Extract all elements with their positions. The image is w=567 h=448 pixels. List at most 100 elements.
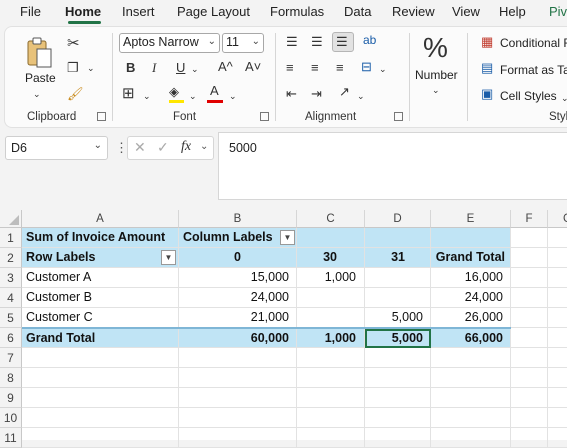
empty-cell[interactable] (548, 388, 567, 408)
cell-styles-icon[interactable]: ▣ (481, 87, 493, 101)
empty-cell[interactable] (179, 348, 297, 368)
pivot-value-header[interactable]: Sum of Invoice Amount (22, 228, 179, 248)
pivot-column-header[interactable]: 30 (297, 248, 365, 268)
empty-cell[interactable] (22, 388, 179, 408)
empty-cell[interactable] (548, 348, 567, 368)
empty-cell[interactable] (511, 248, 548, 268)
row-header-5[interactable]: 5 (0, 308, 22, 328)
bold-button[interactable]: B (126, 61, 135, 75)
increase-indent-icon[interactable]: ⇥ (311, 87, 322, 101)
grand-total-cell[interactable]: 60,000 (179, 329, 297, 348)
align-left-icon[interactable]: ≡ (286, 61, 294, 75)
row-header-8[interactable]: 8 (0, 368, 22, 388)
pivot-cell[interactable] (431, 228, 511, 248)
pivot-value-cell[interactable] (365, 288, 431, 308)
empty-cell[interactable] (22, 408, 179, 428)
pivot-row-label[interactable]: Customer C (22, 308, 179, 328)
row-header-4[interactable]: 4 (0, 288, 22, 308)
clipboard-launcher-icon[interactable] (97, 112, 106, 121)
empty-cell[interactable] (365, 408, 431, 428)
empty-cell[interactable] (297, 368, 365, 388)
format-as-table-icon[interactable]: ▤ (481, 61, 493, 75)
tab-page-layout[interactable]: Page Layout (177, 4, 250, 19)
pivot-value-cell[interactable] (365, 268, 431, 288)
tab-data[interactable]: Data (344, 4, 371, 19)
pivot-total-cell[interactable]: 26,000 (431, 308, 511, 328)
row-labels-filter-icon[interactable]: ▼ (161, 250, 176, 265)
empty-cell[interactable] (179, 388, 297, 408)
format-as-table-button[interactable]: Format as Ta (500, 63, 567, 77)
paste-button[interactable]: Paste (25, 71, 56, 85)
row-header-10[interactable]: 10 (0, 408, 22, 428)
cell-styles-dropdown-icon[interactable]: ⌄ (561, 91, 567, 105)
tab-review[interactable]: Review (392, 4, 435, 19)
pivot-row-label[interactable]: Customer A (22, 268, 179, 288)
empty-cell[interactable] (511, 368, 548, 388)
align-middle-icon[interactable]: ☰ (311, 35, 323, 49)
empty-cell[interactable] (548, 428, 567, 448)
underline-dropdown-icon[interactable]: ⌄ (191, 62, 199, 76)
empty-cell[interactable] (431, 428, 511, 448)
merge-dropdown-icon[interactable]: ⌄ (379, 62, 387, 76)
empty-cell[interactable] (431, 368, 511, 388)
align-bottom-button[interactable]: ☰ (332, 32, 354, 52)
pivot-column-header[interactable]: 31 (365, 248, 431, 268)
borders-dropdown-icon[interactable]: ⌄ (143, 89, 151, 103)
tab-insert[interactable]: Insert (122, 4, 155, 19)
empty-cell[interactable] (548, 308, 567, 328)
copy-icon[interactable]: ❐ (67, 61, 79, 75)
column-header-c[interactable]: C (297, 210, 365, 228)
empty-cell[interactable] (511, 388, 548, 408)
font-color-button[interactable]: A (210, 84, 219, 98)
tab-view[interactable]: View (452, 4, 480, 19)
tab-formulas[interactable]: Formulas (270, 4, 324, 19)
row-header-11[interactable]: 11 (0, 428, 22, 448)
empty-cell[interactable] (365, 428, 431, 448)
empty-cell[interactable] (22, 348, 179, 368)
empty-cell[interactable] (297, 428, 365, 448)
empty-cell[interactable] (548, 268, 567, 288)
conditional-formatting-button[interactable]: Conditional F (500, 36, 567, 50)
empty-cell[interactable] (365, 388, 431, 408)
insert-function-button[interactable]: fx (181, 139, 191, 155)
column-header-a[interactable]: A (22, 210, 179, 228)
shrink-font-button[interactable]: A˅ (245, 60, 261, 74)
select-all-corner[interactable] (0, 210, 22, 228)
empty-cell[interactable] (179, 408, 297, 428)
column-header-g[interactable]: G (548, 210, 567, 228)
pivot-value-cell[interactable]: 24,000 (179, 288, 297, 308)
cut-icon[interactable]: ✂ (67, 36, 80, 51)
font-color-dropdown-icon[interactable]: ⌄ (229, 89, 237, 103)
empty-cell[interactable] (511, 288, 548, 308)
underline-button[interactable]: U (176, 61, 185, 75)
row-header-6[interactable]: 6 (0, 328, 22, 348)
column-header-e[interactable]: E (431, 210, 511, 228)
pivot-value-cell[interactable] (297, 308, 365, 328)
column-header-d[interactable]: D (365, 210, 431, 228)
empty-cell[interactable] (548, 368, 567, 388)
pivot-value-cell[interactable]: 21,000 (179, 308, 297, 328)
alignment-launcher-icon[interactable] (394, 112, 403, 121)
column-header-b[interactable]: B (179, 210, 297, 228)
paste-icon[interactable] (25, 37, 55, 71)
empty-cell[interactable] (511, 428, 548, 448)
borders-icon[interactable]: ⊞ (122, 86, 135, 101)
fill-color-dropdown-icon[interactable]: ⌄ (189, 89, 197, 103)
font-size-combo[interactable]: 11 ⌄ (222, 33, 264, 53)
pivot-total-cell[interactable]: 24,000 (431, 288, 511, 308)
empty-cell[interactable] (365, 368, 431, 388)
decrease-indent-icon[interactable]: ⇤ (286, 87, 297, 101)
row-header-2[interactable]: 2 (0, 248, 22, 268)
empty-cell[interactable] (431, 348, 511, 368)
empty-cell[interactable] (511, 228, 548, 248)
empty-cell[interactable] (431, 408, 511, 428)
tab-pivottable[interactable]: Pive (549, 4, 567, 19)
empty-cell[interactable] (365, 348, 431, 368)
chevron-down-icon[interactable]: ⌄ (432, 83, 440, 97)
empty-cell[interactable] (548, 408, 567, 428)
pivot-cell[interactable] (297, 228, 365, 248)
font-launcher-icon[interactable] (260, 112, 269, 121)
pivot-value-cell[interactable]: 5,000 (365, 308, 431, 328)
empty-cell[interactable] (22, 428, 179, 448)
pivot-column-header[interactable]: 0 (179, 248, 297, 268)
